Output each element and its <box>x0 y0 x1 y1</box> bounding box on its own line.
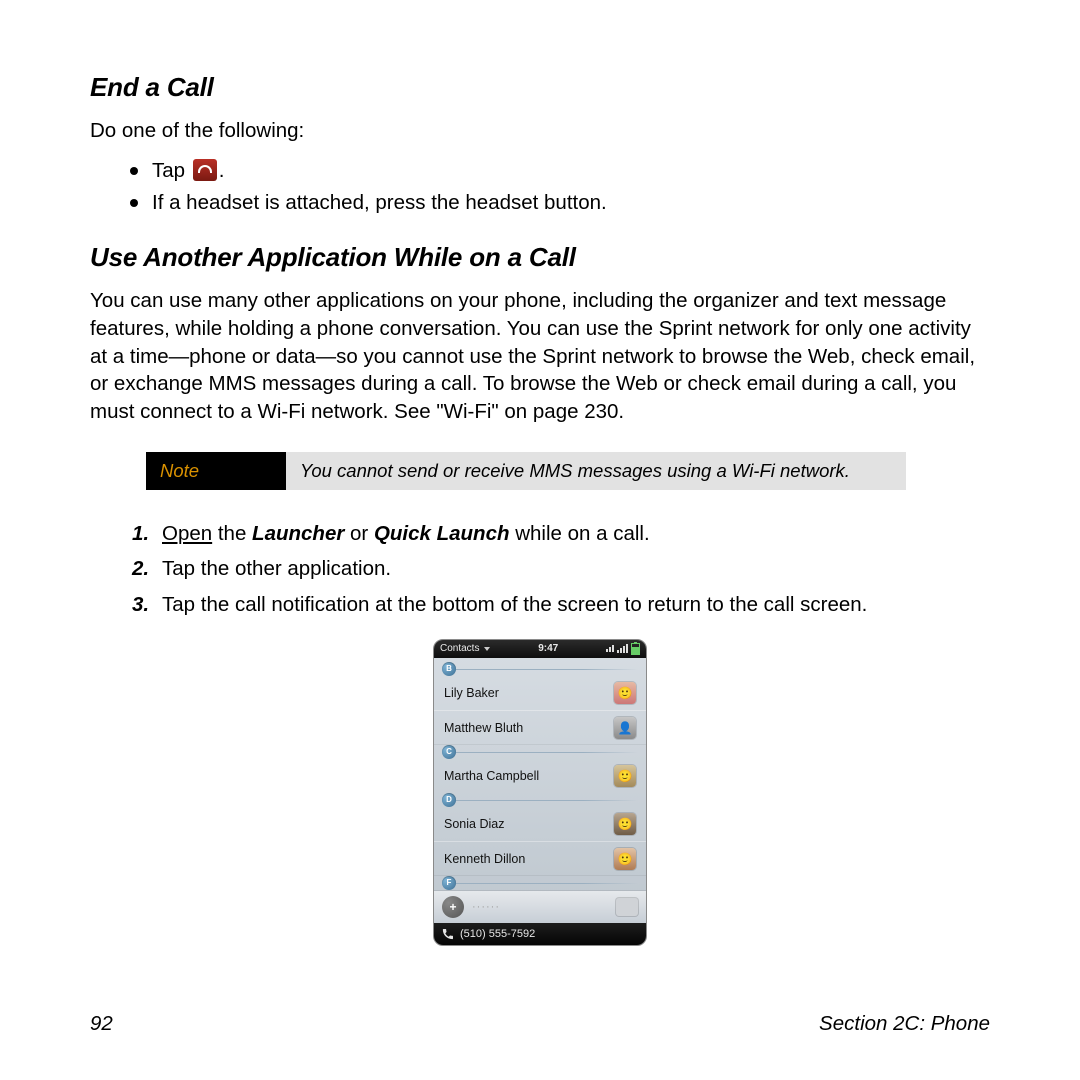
section-letter-f: F <box>442 876 638 890</box>
section-label: Section 2C: Phone <box>819 1012 990 1036</box>
contact-row[interactable]: Sonia Diaz 🙂 <box>434 807 646 841</box>
status-time: 9:47 <box>490 643 606 654</box>
step1-the: the <box>212 522 252 545</box>
avatar: 🙂 <box>614 682 636 704</box>
status-bar: Contacts 9:47 <box>434 640 646 658</box>
step-1: Open the Launcher or Quick Launch while … <box>132 518 990 550</box>
contact-row[interactable]: Kenneth Dillon 🙂 <box>434 841 646 876</box>
contact-row[interactable]: Lily Baker 🙂 <box>434 676 646 710</box>
contacts-toolbar: + ······ <box>434 890 646 923</box>
letter-badge: B <box>442 662 456 676</box>
avatar: 🙂 <box>614 765 636 787</box>
heading-use-another-app: Use Another Application While on a Call <box>90 242 990 273</box>
step-2: Tap the other application. <box>132 553 990 585</box>
call-number: (510) 555-7592 <box>460 928 535 940</box>
note-box: Note You cannot send or receive MMS mess… <box>146 452 906 490</box>
step1-or: or <box>344 522 374 545</box>
end-call-icon <box>193 159 217 181</box>
status-app-name[interactable]: Contacts <box>440 643 479 654</box>
step1-tail: while on a call. <box>510 522 650 545</box>
section-letter-b: B <box>442 662 638 676</box>
end-call-bullet-2: If a headset is attached, press the head… <box>130 187 990 220</box>
heading-end-a-call: End a Call <box>90 72 990 103</box>
step1-open: Open <box>162 522 212 545</box>
call-notification[interactable]: (510) 555-7592 <box>434 923 646 945</box>
avatar: 👤 <box>614 717 636 739</box>
signal-icon <box>617 644 628 653</box>
contact-name: Kenneth Dillon <box>444 852 525 866</box>
section-letter-d: D <box>442 793 638 807</box>
contacts-list[interactable]: B Lily Baker 🙂 Matthew Bluth 👤 C Martha … <box>434 658 646 890</box>
note-label: Note <box>146 452 286 490</box>
contact-name: Martha Campbell <box>444 769 539 783</box>
contact-name: Lily Baker <box>444 686 499 700</box>
use-another-app-para: You can use many other applications on y… <box>90 287 990 425</box>
contact-row[interactable]: Martha Campbell 🙂 <box>434 759 646 793</box>
avatar: 🙂 <box>614 848 636 870</box>
letter-badge: D <box>442 793 456 807</box>
bullet1-post: . <box>219 159 225 182</box>
end-call-bullet-1: Tap . <box>130 155 990 188</box>
step-3: Tap the call notification at the bottom … <box>132 589 990 621</box>
page-number: 92 <box>90 1012 113 1036</box>
bullet1-pre: Tap <box>152 159 191 182</box>
add-contact-button[interactable]: + <box>442 896 464 918</box>
step1-launcher: Launcher <box>252 522 344 545</box>
battery-icon <box>631 643 640 655</box>
note-text: You cannot send or receive MMS messages … <box>286 452 906 490</box>
end-call-intro: Do one of the following: <box>90 117 990 145</box>
contact-name: Matthew Bluth <box>444 721 523 735</box>
section-letter-c: C <box>442 745 638 759</box>
letter-badge: C <box>442 745 456 759</box>
phone-screenshot: Contacts 9:47 B Lily Baker 🙂 Matthew Blu… <box>433 639 647 946</box>
contact-row[interactable]: Matthew Bluth 👤 <box>434 710 646 745</box>
contact-name: Sonia Diaz <box>444 817 504 831</box>
phone-icon <box>442 928 454 940</box>
step1-quicklaunch: Quick Launch <box>374 522 510 545</box>
search-input[interactable]: ······ <box>472 901 608 913</box>
keyboard-icon[interactable] <box>616 898 638 916</box>
wifi-icon <box>606 645 614 652</box>
letter-badge: F <box>442 876 456 890</box>
avatar: 🙂 <box>614 813 636 835</box>
